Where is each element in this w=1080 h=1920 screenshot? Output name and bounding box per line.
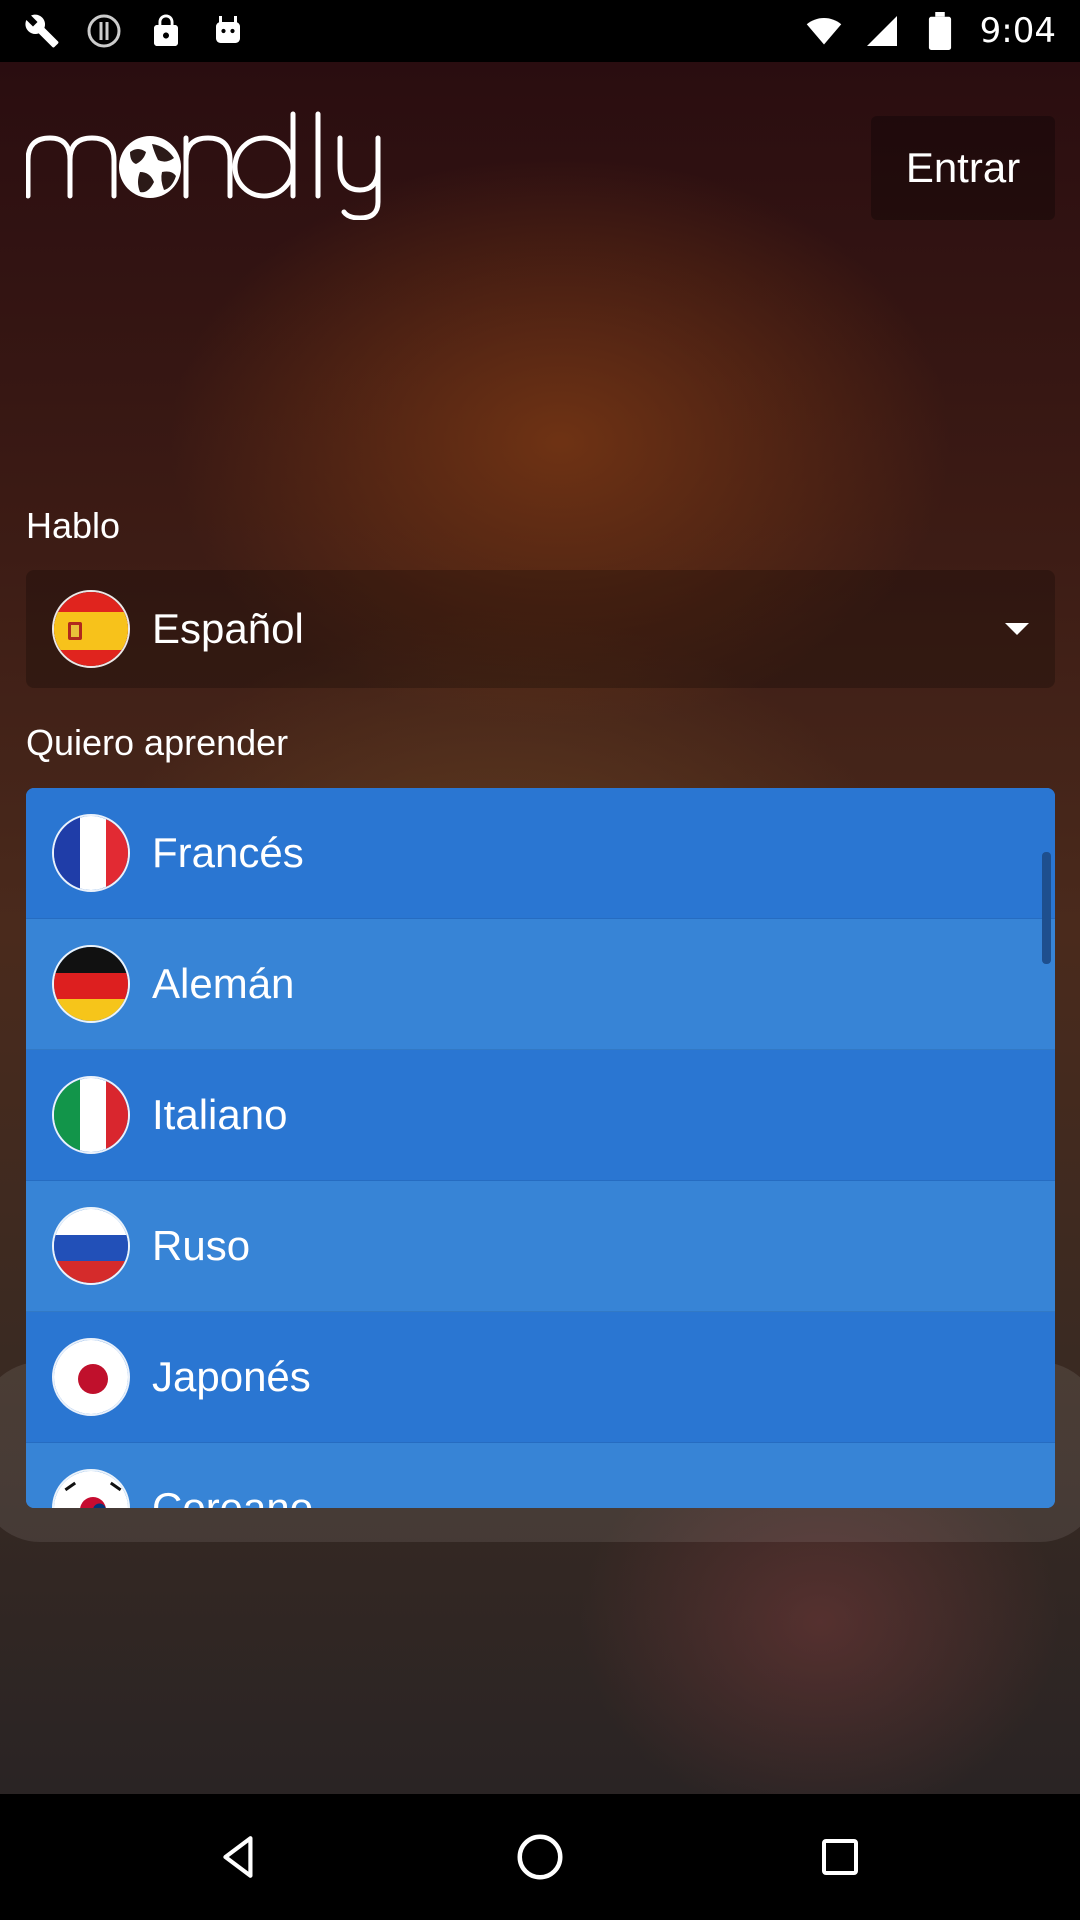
recents-icon[interactable] <box>800 1817 880 1897</box>
native-language-label: Hablo <box>26 505 121 546</box>
germany-flag-icon <box>52 945 130 1023</box>
language-item-japones[interactable]: Japonés <box>26 1312 1055 1443</box>
russia-flag-icon <box>52 1207 130 1285</box>
france-flag-icon <box>52 814 130 892</box>
list-scrollbar[interactable] <box>1042 852 1051 964</box>
language-item-label: Ruso <box>152 1222 251 1269</box>
lock-icon <box>148 13 184 49</box>
login-button[interactable]: Entrar <box>871 116 1055 220</box>
spain-flag-icon <box>52 590 130 668</box>
korea-flag-icon <box>52 1469 130 1508</box>
italy-flag-icon <box>52 1076 130 1154</box>
back-icon[interactable] <box>200 1817 280 1897</box>
learn-language-list[interactable]: Francés Alemán Italiano Ruso Japonés Cor… <box>26 788 1055 1508</box>
language-item-label: Coreano <box>152 1484 314 1508</box>
language-item-label: Italiano <box>152 1091 288 1138</box>
chevron-down-icon <box>1005 623 1029 635</box>
language-item-italiano[interactable]: Italiano <box>26 1050 1055 1181</box>
native-language-select[interactable]: Español <box>26 570 1055 688</box>
native-language-value: Español <box>152 605 304 652</box>
android-icon <box>210 13 246 49</box>
signal-icon <box>864 13 900 49</box>
language-item-label: Japonés <box>152 1353 311 1400</box>
mondly-logo <box>25 110 386 221</box>
language-item-ruso[interactable]: Ruso <box>26 1181 1055 1312</box>
language-item-coreano[interactable]: Coreano <box>26 1443 1055 1508</box>
battery-icon <box>922 12 958 50</box>
learn-language-label: Quiero aprender <box>26 722 289 763</box>
clock: 9:04 <box>979 11 1056 51</box>
system-nav-bar <box>0 1794 1080 1920</box>
language-item-label: Francés <box>152 829 304 876</box>
status-bar: 9:04 <box>0 0 1080 62</box>
language-item-aleman[interactable]: Alemán <box>26 919 1055 1050</box>
japan-flag-icon <box>52 1338 130 1416</box>
home-icon[interactable] <box>500 1817 580 1897</box>
language-item-label: Alemán <box>152 960 295 1007</box>
wifi-icon <box>806 13 842 49</box>
language-item-frances[interactable]: Francés <box>26 788 1055 919</box>
alert-icon <box>86 13 122 49</box>
wrench-icon <box>24 13 60 49</box>
